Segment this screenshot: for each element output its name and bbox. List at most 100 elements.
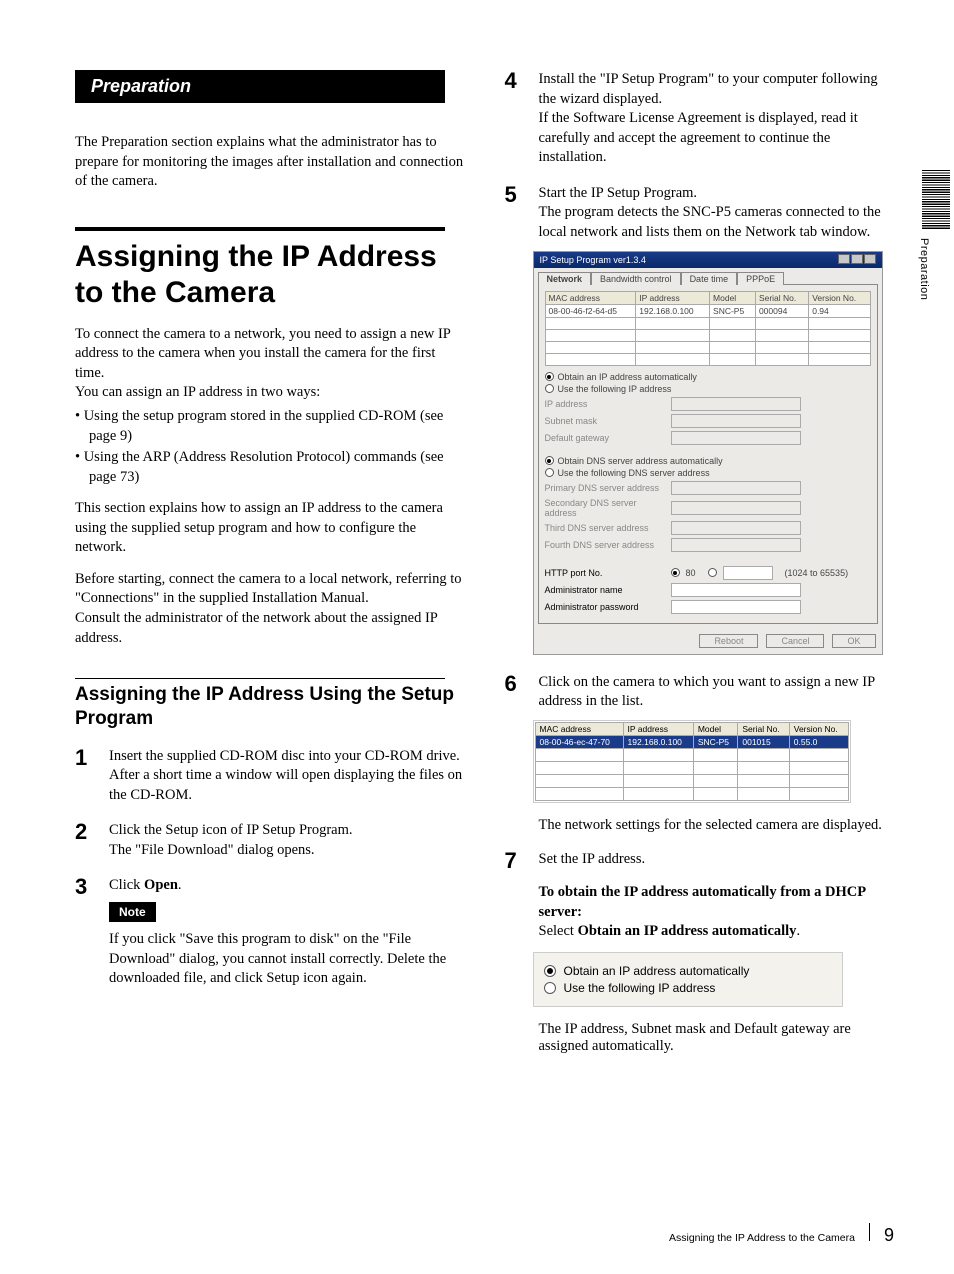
radio-obtain-ip-auto[interactable] [545,372,554,381]
camera-table[interactable]: MAC address IP address Model Serial No. … [545,291,871,366]
label-http-port: HTTP port No. [545,568,665,578]
step-number: 3 [75,876,95,898]
label-gateway: Default gateway [545,433,665,443]
radio-label: Use the following IP address [564,981,716,995]
camera-table-selected[interactable]: MAC address IP address Model Serial No. … [535,722,849,801]
figure-ip-setup-window: IP Setup Program ver1.3.4 Network Bandwi… [533,251,883,655]
table-row[interactable]: 08-00-46-f2-64-d5 192.168.0.100 SNC-P5 0… [545,304,870,317]
table-row[interactable] [535,774,848,787]
col-model: Model [693,722,738,735]
window-controls [837,254,876,266]
label-subnet: Subnet mask [545,416,665,426]
admin-name-field[interactable] [671,583,801,597]
step-3: 3 Click Open. Note If you click "Save th… [75,876,465,988]
table-row[interactable] [535,761,848,774]
cancel-button[interactable]: Cancel [766,634,824,648]
table-row[interactable] [545,341,870,353]
col-mac: MAC address [545,291,636,304]
step-text: The IP address, Subnet mask and Default … [539,1021,895,1055]
label-dns1: Primary DNS server address [545,483,665,493]
http-port-field[interactable] [723,566,773,580]
dns3-field[interactable] [671,521,801,535]
window-titlebar: IP Setup Program ver1.3.4 [534,252,882,268]
side-tab: Preparation [918,170,954,300]
ip-field[interactable] [671,397,801,411]
radio-http-default[interactable] [671,568,680,577]
figure-camera-list: MAC address IP address Model Serial No. … [533,720,851,803]
step-number: 1 [75,747,95,769]
col-mac: MAC address [535,722,623,735]
tab-bandwidth[interactable]: Bandwidth control [591,272,681,285]
step-number: 2 [75,821,95,843]
footer-separator [869,1223,870,1241]
note-text: If you click "Save this program to disk"… [109,930,465,989]
dns4-field[interactable] [671,538,801,552]
col-ip: IP address [623,722,693,735]
tab-network[interactable]: Network [538,272,592,285]
col-model: Model [710,291,756,304]
radio-use-following-ip[interactable] [544,982,556,994]
step-2: 2 Click the Setup icon of IP Setup Progr… [75,821,465,860]
http-default-value: 80 [686,568,696,578]
table-row[interactable]: 08-00-46-ec-47-70 192.168.0.100 SNC-P5 0… [535,735,848,748]
label-dns3: Third DNS server address [545,523,665,533]
step-number: 5 [505,184,525,206]
step-6: 6 Click on the camera to which you want … [505,673,895,712]
label-dns2: Secondary DNS server address [545,498,665,518]
step-text: The "File Download" dialog opens. [109,841,465,861]
ok-button[interactable]: OK [832,634,875,648]
body-text: This section explains how to assign an I… [75,499,465,558]
radio-label: Obtain an IP address automatically [564,964,750,978]
body-text: Before starting, connect the camera to a… [75,570,465,609]
http-range-hint: (1024 to 65535) [785,568,849,578]
page-footer: Assigning the IP Address to the Camera 9 [669,1223,894,1246]
rule-thin [75,678,445,679]
admin-pass-field[interactable] [671,600,801,614]
table-row[interactable] [535,787,848,800]
minimize-icon[interactable] [838,254,850,264]
section-banner: Preparation [75,70,445,103]
label-ip-address: IP address [545,399,665,409]
body-text: Consult the administrator of the network… [75,609,465,648]
col-version: Version No. [789,722,848,735]
label-admin-pass: Administrator password [545,602,665,612]
tab-pppoe[interactable]: PPPoE [737,272,784,285]
label-dns4: Fourth DNS server address [545,540,665,550]
subnet-field[interactable] [671,414,801,428]
table-row[interactable] [545,317,870,329]
col-serial: Serial No. [738,722,789,735]
dns2-field[interactable] [671,501,801,515]
radio-label: Use the following DNS server address [558,468,710,478]
close-icon[interactable] [864,254,876,264]
step-number: 6 [505,673,525,695]
note-badge: Note [109,902,156,922]
intro-paragraph: The Preparation section explains what th… [75,133,465,192]
reboot-button[interactable]: Reboot [699,634,758,648]
gateway-field[interactable] [671,431,801,445]
col-version: Version No. [809,291,870,304]
step-text: Click Open. [109,876,465,896]
dns1-field[interactable] [671,481,801,495]
list-item: Using the setup program stored in the su… [89,407,465,446]
right-column: 4 Install the "IP Setup Program" to your… [505,70,895,1055]
step-number: 4 [505,70,525,92]
bullet-list: Using the setup program stored in the su… [75,407,465,487]
table-row[interactable] [545,353,870,365]
radio-http-custom[interactable] [708,568,717,577]
table-row[interactable] [545,329,870,341]
step-5: 5 Start the IP Setup Program. The progra… [505,184,895,243]
step-subheading: To obtain the IP address automatically f… [539,883,895,922]
radio-obtain-ip-auto[interactable] [544,965,556,977]
window-title: IP Setup Program ver1.3.4 [540,255,646,265]
radio-obtain-dns-auto[interactable] [545,456,554,465]
step-4: 4 Install the "IP Setup Program" to your… [505,70,895,168]
radio-use-following-ip[interactable] [545,384,554,393]
left-column: Preparation The Preparation section expl… [75,70,465,1055]
radio-use-following-dns[interactable] [545,468,554,477]
body-text: You can assign an IP address in two ways… [75,383,465,403]
col-serial: Serial No. [755,291,808,304]
page-number: 9 [884,1225,894,1246]
tab-datetime[interactable]: Date time [681,272,738,285]
maximize-icon[interactable] [851,254,863,264]
table-row[interactable] [535,748,848,761]
